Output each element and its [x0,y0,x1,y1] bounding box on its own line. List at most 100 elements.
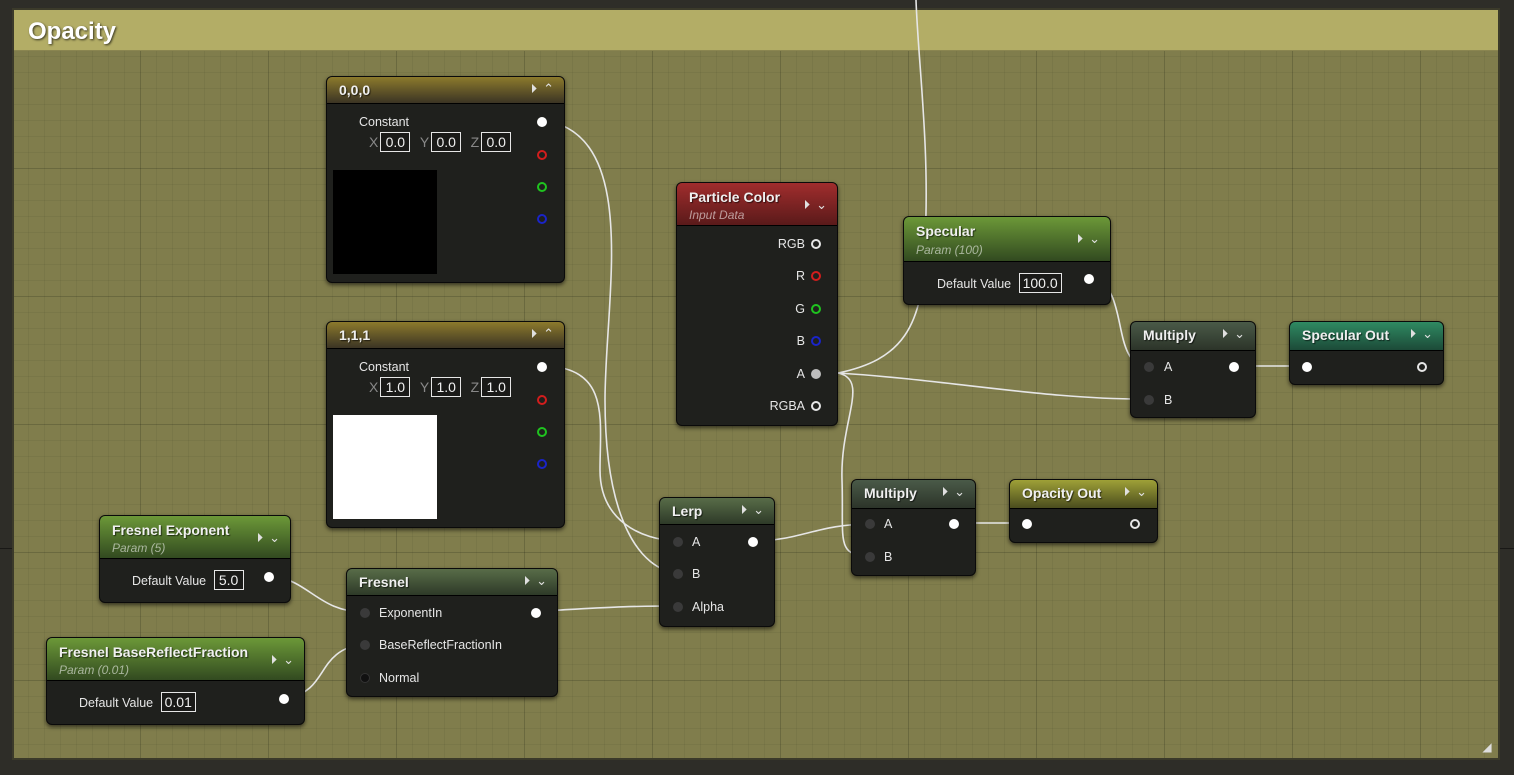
output-pin-g[interactable] [537,427,547,437]
input-pin-base[interactable] [360,640,370,650]
node-header[interactable]: Fresnel BaseReflectFraction Param (0.01)… [47,638,304,681]
output-pin[interactable] [748,537,758,547]
input-pin-exponent[interactable] [360,608,370,618]
node-header[interactable]: Specular Param (100) ⏵ ⌄ [904,217,1110,262]
input-pin-a[interactable] [1144,362,1154,372]
multiply-node-bottom[interactable]: Multiply ⏵ ⌄ A B [851,479,976,576]
default-value-label: Default Value [79,696,154,710]
play-circle-icon[interactable]: ⏵ [257,530,264,546]
default-value-field[interactable]: 100.0 [1018,273,1062,293]
play-circle-icon[interactable]: ⏵ [804,197,811,213]
y-field[interactable]: 0.0 [431,132,462,152]
node-header[interactable]: Multiply ⏵ ⌄ [852,480,975,509]
resize-grip-icon[interactable]: ◢ [1480,740,1494,754]
fresnel-base-param-node[interactable]: Fresnel BaseReflectFraction Param (0.01)… [46,637,305,725]
chevron-down-icon[interactable]: ⌄ [954,484,965,500]
input-pin-a[interactable] [673,537,683,547]
output-pin-rgba[interactable] [811,401,821,411]
particle-color-node[interactable]: Particle Color Input Data ⏵ ⌄ RGB R G B A… [676,182,838,426]
output-pin-b[interactable] [537,459,547,469]
node-header[interactable]: Opacity Out ⏵ ⌄ [1010,480,1157,509]
chevron-up-icon[interactable]: ⌃ [543,326,554,342]
output-pin[interactable] [1417,362,1427,372]
play-circle-icon[interactable]: ⏵ [271,652,278,668]
node-header[interactable]: Fresnel Exponent Param (5) ⏵ ⌄ [100,516,290,559]
output-pin-b[interactable] [811,336,821,346]
lerp-node[interactable]: Lerp ⏵ ⌄ A B Alpha [659,497,775,627]
y-field[interactable]: 1.0 [431,377,462,397]
output-pin[interactable] [949,519,959,529]
node-header[interactable]: Multiply ⏵ ⌄ [1131,322,1255,351]
input-pin-b[interactable] [865,552,875,562]
comment-header[interactable]: Opacity [14,10,1498,51]
x-field[interactable]: 1.0 [380,377,411,397]
z-field[interactable]: 1.0 [481,377,512,397]
specular-out-node[interactable]: Specular Out ⏵ ⌄ [1289,321,1444,385]
fresnel-node[interactable]: Fresnel ⏵ ⌄ ExponentIn BaseReflectFractio… [346,568,558,697]
z-field[interactable]: 0.0 [481,132,512,152]
fresnel-exponent-param-node[interactable]: Fresnel Exponent Param (5) ⏵ ⌄ Default Va… [99,515,291,603]
output-pin-rgb[interactable] [537,117,547,127]
opacity-out-node[interactable]: Opacity Out ⏵ ⌄ [1009,479,1158,543]
x-field[interactable]: 0.0 [380,132,411,152]
specular-param-node[interactable]: Specular Param (100) ⏵ ⌄ Default Value 10… [903,216,1111,305]
play-circle-icon[interactable]: ⏵ [741,502,748,518]
input-pin[interactable] [1022,519,1032,529]
input-pin-normal[interactable] [360,673,370,683]
output-pin-r[interactable] [537,395,547,405]
input-pin-b[interactable] [673,569,683,579]
play-circle-icon[interactable]: ⏵ [1410,326,1417,342]
input-pin-a[interactable] [865,519,875,529]
material-graph-canvas[interactable]: Opacity ◢ 0,0,0 ⏵ ⌃ Constant X 0.0 Y 0.0… [0,0,1514,775]
play-circle-icon[interactable]: ⏵ [942,484,949,500]
output-pin-g[interactable] [811,304,821,314]
play-circle-icon[interactable]: ⏵ [531,81,538,97]
output-pin[interactable] [1229,362,1239,372]
play-circle-icon[interactable]: ⏵ [1124,484,1131,500]
output-pin-r[interactable] [811,271,821,281]
node-header[interactable]: Lerp ⏵ ⌄ [660,498,774,525]
output-pin-r[interactable] [537,150,547,160]
play-circle-icon[interactable]: ⏵ [1222,326,1229,342]
chevron-down-icon[interactable]: ⌄ [753,502,764,518]
chevron-up-icon[interactable]: ⌃ [543,81,554,97]
output-pin-b[interactable] [537,214,547,224]
node-title: Fresnel Exponent [112,522,230,538]
vector-fields: X 0.0 Y 0.0 Z 0.0 [363,132,512,152]
output-pin-a[interactable] [811,369,821,379]
input-pin-alpha[interactable] [673,602,683,612]
output-pin[interactable] [264,572,274,582]
output-pin-rgb[interactable] [811,239,821,249]
output-pin[interactable] [1084,274,1094,284]
axis-y-label: Y [419,379,430,395]
multiply-node-top[interactable]: Multiply ⏵ ⌄ A B [1130,321,1256,418]
chevron-down-icon[interactable]: ⌄ [1422,326,1433,342]
output-pin[interactable] [279,694,289,704]
chevron-down-icon[interactable]: ⌄ [816,197,827,213]
node-title: Specular [916,223,976,239]
input-pin[interactable] [1302,362,1312,372]
input-pin-b[interactable] [1144,395,1154,405]
default-value-field[interactable]: 5.0 [213,570,244,590]
node-header[interactable]: 0,0,0 ⏵ ⌃ [327,77,564,104]
play-circle-icon[interactable]: ⏵ [531,326,538,342]
constant-node-1[interactable]: 1,1,1 ⏵ ⌃ Constant X 1.0 Y 1.0 Z 1.0 [326,321,565,528]
play-circle-icon[interactable]: ⏵ [1077,231,1084,247]
node-header[interactable]: Particle Color Input Data ⏵ ⌄ [677,183,837,226]
output-pin[interactable] [1130,519,1140,529]
constant-node-0[interactable]: 0,0,0 ⏵ ⌃ Constant X 0.0 Y 0.0 Z 0.0 [326,76,565,283]
default-value-field[interactable]: 0.01 [160,692,196,712]
output-pin-g[interactable] [537,182,547,192]
chevron-down-icon[interactable]: ⌄ [283,652,294,668]
node-header[interactable]: Specular Out ⏵ ⌄ [1290,322,1443,351]
output-pin[interactable] [531,608,541,618]
chevron-down-icon[interactable]: ⌄ [1136,484,1147,500]
chevron-down-icon[interactable]: ⌄ [1234,326,1245,342]
chevron-down-icon[interactable]: ⌄ [269,530,280,546]
node-header[interactable]: 1,1,1 ⏵ ⌃ [327,322,564,349]
output-pin-rgb[interactable] [537,362,547,372]
node-header[interactable]: Fresnel ⏵ ⌄ [347,569,557,596]
play-circle-icon[interactable]: ⏵ [524,573,531,589]
chevron-down-icon[interactable]: ⌄ [536,573,547,589]
chevron-down-icon[interactable]: ⌄ [1089,231,1100,247]
